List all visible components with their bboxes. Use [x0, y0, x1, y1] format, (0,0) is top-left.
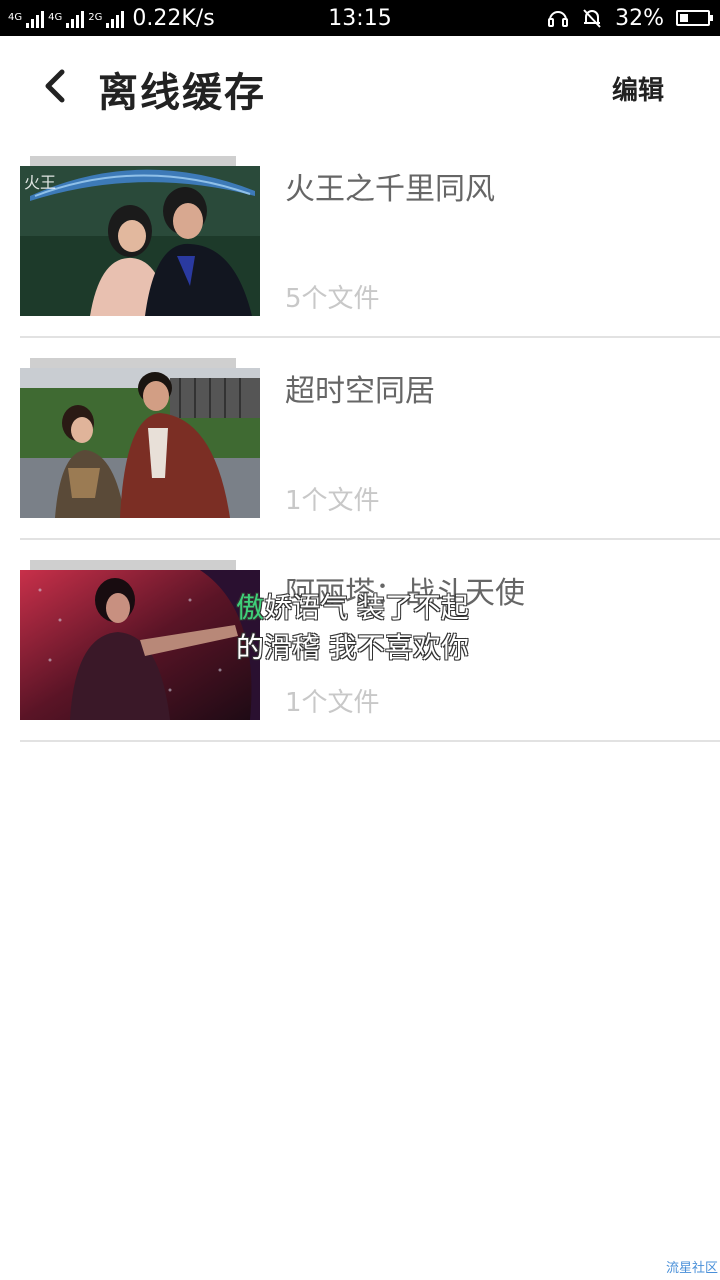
- headset-icon: [548, 11, 569, 27]
- subtitle-line: 的滑稽 我不喜欢你: [236, 631, 469, 664]
- floating-subtitle: 傲娇语气 装了不起 的滑稽 我不喜欢你: [236, 588, 536, 668]
- list-item[interactable]: 火王 火王之千里同风 5个文件: [0, 136, 720, 338]
- battery-percent: 32%: [615, 5, 664, 31]
- stack-indicator: [30, 560, 236, 570]
- edit-button[interactable]: 编辑: [612, 70, 664, 107]
- video-thumbnail: [20, 560, 260, 720]
- page-title: 离线缓存: [98, 70, 266, 116]
- battery-icon: [676, 10, 713, 26]
- svg-text:火王: 火王: [24, 173, 56, 192]
- subtitle-highlight: 傲: [236, 591, 265, 624]
- file-count: 5个文件: [285, 284, 380, 314]
- video-title: 超时空同居: [285, 374, 435, 409]
- divider: [20, 740, 720, 742]
- video-title: 火王之千里同风: [285, 172, 495, 207]
- file-count: 1个文件: [285, 486, 380, 516]
- thumbnail-image: 火王: [20, 166, 260, 316]
- back-arrow-icon[interactable]: [36, 66, 76, 106]
- app-header: 离线缓存 编辑: [0, 36, 720, 136]
- subtitle-line: 傲娇语气 装了不起: [236, 588, 536, 628]
- list-item[interactable]: 超时空同居 1个文件: [0, 338, 720, 540]
- video-thumbnail: 火王: [20, 156, 260, 316]
- bell-muted-icon: [583, 9, 601, 28]
- thumbnail-image: [20, 368, 260, 518]
- stack-indicator: [30, 358, 236, 368]
- video-thumbnail: [20, 358, 260, 518]
- file-count: 1个文件: [285, 688, 380, 718]
- stack-indicator: [30, 156, 236, 166]
- watermark: 流星社区: [665, 1261, 718, 1276]
- subtitle-text: 娇语气 装了不起: [264, 591, 469, 624]
- thumbnail-image: [20, 570, 260, 720]
- status-bar: 4G 4G 2G 0.22K/s 13:15 32%: [0, 0, 720, 36]
